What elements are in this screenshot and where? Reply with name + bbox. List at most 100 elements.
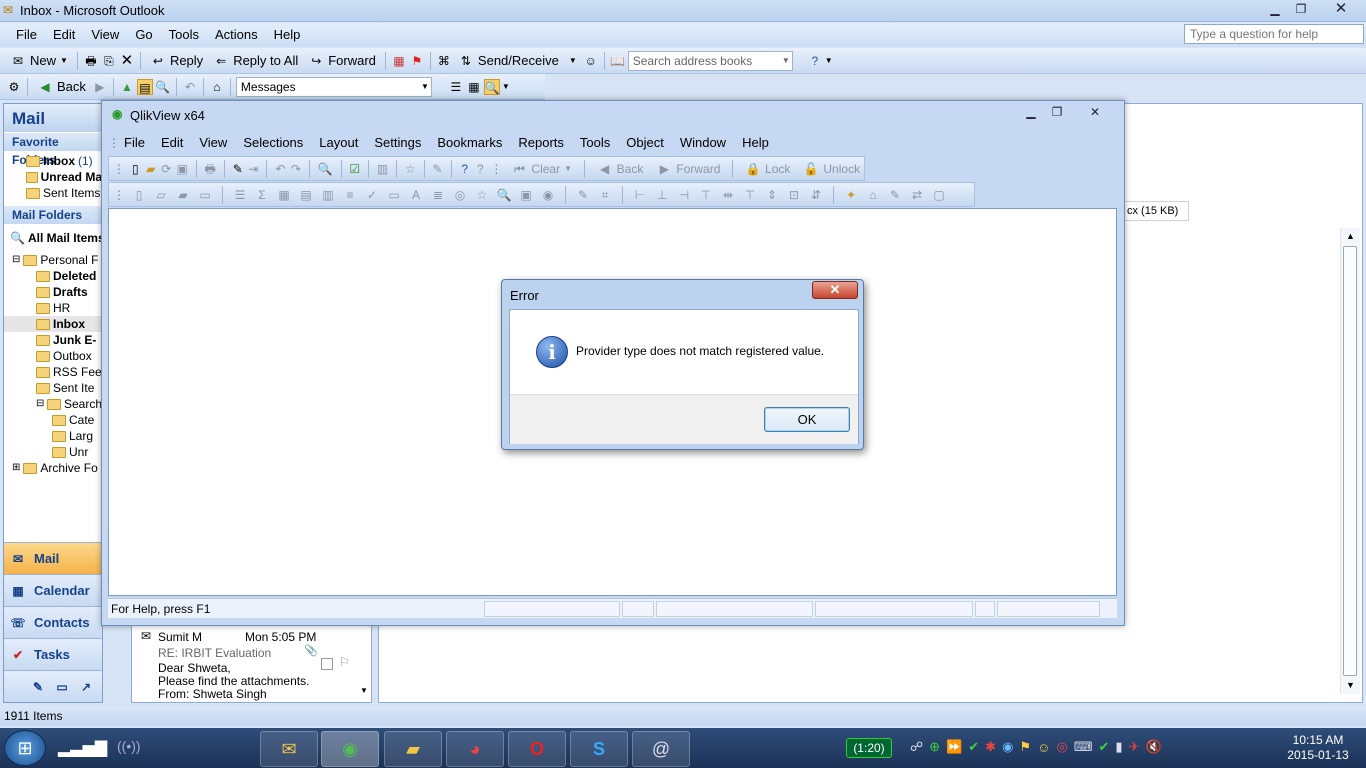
toolbar-options-icon[interactable]: ▼ bbox=[825, 56, 833, 65]
bookmark-object-icon[interactable]: ☆ bbox=[474, 187, 490, 203]
minimize-icon[interactable]: ▁ bbox=[1020, 104, 1042, 120]
align-left-icon[interactable]: ⊢ bbox=[632, 187, 648, 203]
nav-contacts-button[interactable]: ☏ Contacts bbox=[4, 606, 102, 638]
qv-menu-layout[interactable]: Layout bbox=[311, 130, 366, 156]
qv-menu-settings[interactable]: Settings bbox=[366, 130, 429, 156]
edit-icon[interactable]: ✎ bbox=[432, 161, 443, 177]
folder-tree-item[interactable]: Drafts bbox=[4, 284, 102, 300]
space-horizontal-icon[interactable]: ⇹ bbox=[720, 187, 736, 203]
checkbox-icon[interactable]: ☑ bbox=[349, 161, 360, 177]
help-question-input[interactable]: Type a question for help bbox=[1184, 24, 1364, 44]
unlock-button[interactable]: 🔓 Unlock bbox=[799, 158, 864, 180]
lock-object-icon[interactable]: ▢ bbox=[931, 187, 947, 203]
demote-sheet-icon[interactable]: ▭ bbox=[197, 187, 213, 203]
promote-sheet-icon[interactable]: ▰ bbox=[175, 187, 191, 203]
folder-tree-item[interactable]: RSS Fee bbox=[4, 364, 102, 380]
lock-button[interactable]: 🔒 Lock bbox=[741, 158, 794, 180]
line-arrow-icon[interactable]: ≣ bbox=[430, 187, 446, 203]
folder-tree-item[interactable]: Outbox bbox=[4, 348, 102, 364]
collapse-icon[interactable]: ⊟ bbox=[12, 252, 20, 268]
close-icon[interactable]: ✕ bbox=[1084, 104, 1106, 120]
all-mail-items[interactable]: 🔍 All Mail Items bbox=[4, 230, 102, 246]
follow-up-flag-icon[interactable]: ⚑ bbox=[409, 53, 425, 69]
rules-icon[interactable]: ⌘ bbox=[436, 53, 452, 69]
copy-format-icon[interactable]: ⇄ bbox=[909, 187, 925, 203]
qv-menu-object[interactable]: Object bbox=[618, 130, 672, 156]
edit-object-icon[interactable]: ✎ bbox=[887, 187, 903, 203]
properties-icon[interactable]: ⌂ bbox=[865, 187, 881, 203]
tray-no-network-icon[interactable]: ✈ bbox=[1129, 739, 1140, 755]
taskbar-mail-client[interactable]: @ bbox=[632, 731, 690, 767]
qv-menu-selections[interactable]: Selections bbox=[235, 130, 311, 156]
favorite-unread-mail[interactable]: Unread Ma bbox=[26, 169, 102, 185]
stack-icon[interactable]: ⇵ bbox=[808, 187, 824, 203]
folder-tree-item[interactable]: Deleted bbox=[4, 268, 102, 284]
tray-media-icon[interactable]: ⏩ bbox=[946, 739, 962, 755]
open-icon[interactable]: ▰ bbox=[146, 161, 157, 177]
battery-meter[interactable]: (1:20) bbox=[846, 738, 892, 758]
custom-object-icon[interactable]: ◉ bbox=[540, 187, 556, 203]
group-by-icon[interactable]: ☰ bbox=[448, 79, 464, 95]
forward-button[interactable]: ▶ Forward bbox=[652, 158, 724, 180]
print-icon[interactable]: 🖶 bbox=[205, 161, 216, 177]
list-box-icon[interactable]: ☰ bbox=[232, 187, 248, 203]
collapse-icon[interactable]: ⊟ bbox=[36, 396, 44, 412]
save-icon[interactable]: ▣ bbox=[177, 161, 188, 177]
taskbar-chrome[interactable]: ◕ bbox=[446, 731, 504, 767]
delete-icon[interactable]: ✕ bbox=[119, 52, 135, 69]
folder-list-icon[interactable]: ▭ bbox=[54, 679, 70, 695]
current-selections-icon[interactable]: ✓ bbox=[364, 187, 380, 203]
context-help-icon[interactable]: ? bbox=[475, 161, 486, 177]
scrollbar-thumb[interactable] bbox=[1343, 246, 1357, 676]
tray-network-icon[interactable]: ☍ bbox=[910, 739, 923, 755]
reading-pane-icon[interactable]: ▤ bbox=[136, 78, 153, 95]
tray-update-icon[interactable]: ◉ bbox=[1002, 739, 1013, 755]
taskbar-outlook[interactable]: ✉ bbox=[260, 731, 318, 767]
tray-sync-icon[interactable]: ✔ bbox=[968, 739, 979, 755]
folder-tree-item[interactable]: Inbox bbox=[4, 316, 102, 332]
table-box-icon[interactable]: ▦ bbox=[276, 187, 292, 203]
folder-tree-item[interactable]: ⊟ Personal F bbox=[4, 252, 102, 268]
tray-antivirus-icon[interactable]: ✱ bbox=[985, 739, 996, 755]
folder-tree-item[interactable]: HR bbox=[4, 300, 102, 316]
attachment-chip[interactable]: cx (15 KB) bbox=[1124, 201, 1189, 221]
nav-mail-button[interactable]: ✉ Mail bbox=[4, 542, 102, 574]
up-folder-icon[interactable]: ▲ bbox=[119, 79, 135, 95]
qv-menu-help[interactable]: Help bbox=[734, 130, 777, 156]
nav-tasks-button[interactable]: ✔ Tasks bbox=[4, 638, 102, 670]
folder-tree-item[interactable]: Unr bbox=[4, 444, 102, 460]
format-painter-icon[interactable]: ✎ bbox=[575, 187, 591, 203]
find-contact-icon[interactable]: ☺ bbox=[583, 53, 599, 69]
qv-menu-view[interactable]: View bbox=[191, 130, 235, 156]
menu-tools[interactable]: Tools bbox=[161, 23, 207, 47]
align-bottom-icon[interactable]: ⊤ bbox=[698, 187, 714, 203]
redo-icon[interactable]: ↷ bbox=[291, 161, 302, 177]
space-vertical-icon[interactable]: ⇕ bbox=[764, 187, 780, 203]
statistics-box-icon[interactable]: Σ bbox=[254, 187, 270, 203]
tray-messenger-icon[interactable]: ☺ bbox=[1037, 740, 1050, 755]
folder-tree-item[interactable]: ⊞ Archive Fo bbox=[4, 460, 102, 476]
menu-go[interactable]: Go bbox=[127, 23, 160, 47]
forward-arrow-icon[interactable]: ▶ bbox=[92, 79, 108, 95]
taskbar-qlikview[interactable]: ◉ bbox=[321, 731, 379, 767]
folder-tree-item[interactable]: Sent Ite bbox=[4, 380, 102, 396]
search-icon[interactable]: 🔍 bbox=[318, 161, 333, 177]
tray-battery-icon[interactable]: ▮ bbox=[1115, 739, 1122, 755]
close-icon[interactable]: ✕ bbox=[812, 281, 858, 299]
text-object-icon[interactable]: A bbox=[408, 187, 424, 203]
center-icon[interactable]: ⊡ bbox=[786, 187, 802, 203]
scroll-down-icon[interactable]: ▼ bbox=[1346, 680, 1355, 690]
back-button[interactable]: ◀ Back bbox=[33, 76, 90, 98]
chevron-down-icon[interactable]: ▼ bbox=[421, 78, 429, 96]
category-checkbox[interactable] bbox=[321, 658, 333, 670]
export-icon[interactable]: ⇥ bbox=[248, 161, 259, 177]
signal-strength-icon[interactable]: ▂▃▅▇ bbox=[58, 738, 107, 758]
menu-file[interactable]: File bbox=[8, 23, 45, 47]
tray-keyboard-icon[interactable]: ⌨ bbox=[1074, 739, 1093, 755]
address-book-icon[interactable]: 📖 bbox=[610, 53, 626, 69]
tray-add-icon[interactable]: ⊕ bbox=[929, 739, 940, 755]
folder-tree-item[interactable]: Cate bbox=[4, 412, 102, 428]
container-icon[interactable]: ▣ bbox=[518, 187, 534, 203]
close-icon[interactable]: ✕ bbox=[1330, 1, 1352, 17]
back-button[interactable]: ◀ Back bbox=[593, 158, 648, 180]
